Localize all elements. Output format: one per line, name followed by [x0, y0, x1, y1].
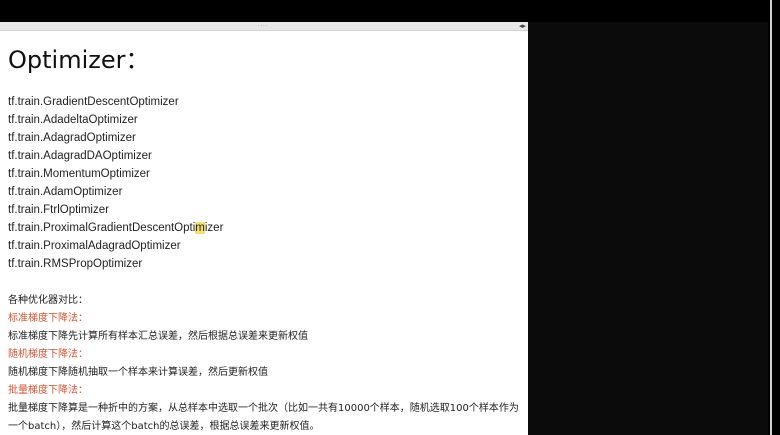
- optimizer-list: tf.train.GradientDescentOptimizer tf.tra…: [8, 93, 528, 273]
- page-title: Optimizer：: [8, 46, 150, 74]
- pane-splitter[interactable]: ···· ◂▸: [0, 22, 528, 31]
- optimizer-item: tf.train.AdagradDAOptimizer: [8, 150, 152, 162]
- optimizer-comparison-notes: 各种优化器对比： 标准梯度下降法： 标准梯度下降先计算所有样本汇总误差，然后根据…: [8, 292, 528, 435]
- optimizer-item: tf.train.ProximalAdagradOptimizer: [8, 240, 181, 252]
- standard-gd-heading: 标准梯度下降法：: [8, 313, 88, 324]
- top-black-bar: [0, 0, 780, 22]
- comparison-heading: 各种优化器对比：: [8, 295, 88, 306]
- splitter-grip-icon[interactable]: ····: [258, 24, 268, 29]
- document-window: ···· ◂▸ Optimizer： tf.train.GradientDesc…: [0, 22, 528, 435]
- batch-gd-heading: 批量梯度下降法：: [8, 385, 88, 396]
- optimizer-item: tf.train.GradientDescentOptimizer: [8, 96, 179, 108]
- optimizer-item: tf.train.FtrlOptimizer: [8, 204, 109, 216]
- optimizer-item-text: tf.train.ProximalGradientDescentOpti: [8, 222, 196, 234]
- right-edge-divider: [770, 0, 772, 435]
- optimizer-item-text: izer: [204, 222, 224, 234]
- collapse-arrows-icon[interactable]: ◂▸: [519, 22, 526, 30]
- standard-gd-text: 标准梯度下降先计算所有样本汇总误差，然后根据总误差来更新权值: [8, 331, 308, 342]
- right-dark-panel: [528, 22, 768, 435]
- stochastic-gd-text: 随机梯度下降随机抽取一个样本来计算误差，然后更新权值: [8, 367, 268, 378]
- optimizer-item: tf.train.AdadeltaOptimizer: [8, 114, 138, 126]
- optimizer-item: tf.train.RMSPropOptimizer: [8, 258, 143, 270]
- screen: ···· ◂▸ Optimizer： tf.train.GradientDesc…: [0, 0, 780, 435]
- optimizer-item-proximal-gd: tf.train.ProximalGradientDescentOptimize…: [8, 219, 528, 237]
- optimizer-item: tf.train.MomentumOptimizer: [8, 168, 150, 180]
- text-cursor-highlight: m: [195, 222, 205, 234]
- batch-gd-text: 批量梯度下降算是一种折中的方案，从总样本中选取一个批次（比如一共有10000个样…: [8, 403, 519, 432]
- document-content: Optimizer： tf.train.GradientDescentOptim…: [0, 31, 528, 435]
- stochastic-gd-heading: 随机梯度下降法：: [8, 349, 88, 360]
- optimizer-item: tf.train.AdamOptimizer: [8, 186, 123, 198]
- optimizer-item: tf.train.AdagradOptimizer: [8, 132, 136, 144]
